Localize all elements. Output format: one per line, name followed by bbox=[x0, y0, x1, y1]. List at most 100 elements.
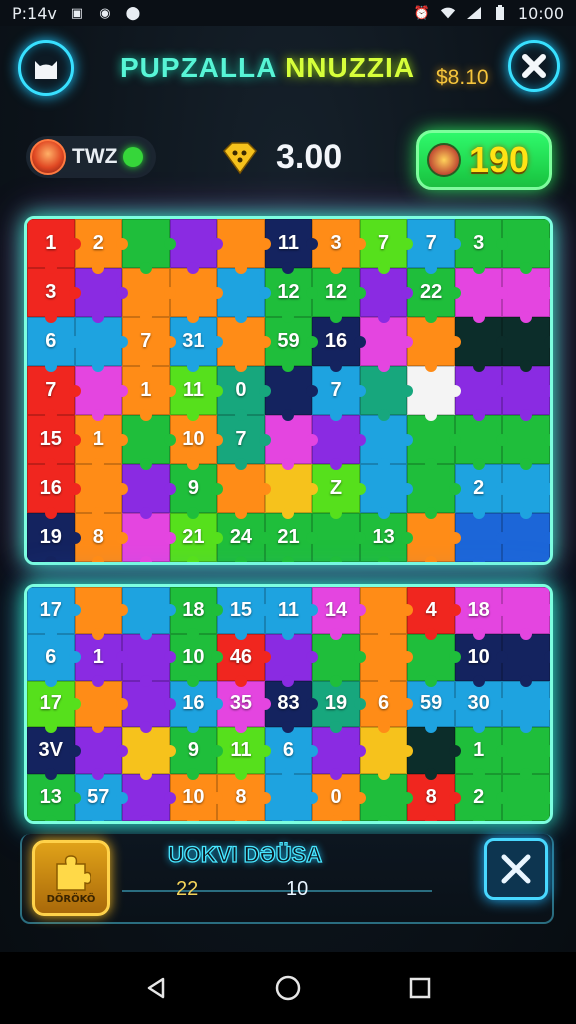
puzzle-tile[interactable] bbox=[122, 415, 176, 470]
puzzle-tile[interactable] bbox=[359, 727, 413, 780]
puzzle-tile[interactable] bbox=[217, 317, 271, 372]
puzzle-tile[interactable]: 9 bbox=[169, 464, 223, 519]
puzzle-tile[interactable]: 1 bbox=[454, 727, 508, 780]
puzzle-tile[interactable]: 18 bbox=[169, 587, 223, 640]
puzzle-tile[interactable] bbox=[264, 633, 318, 687]
puzzle-tile[interactable] bbox=[359, 268, 413, 323]
back-button[interactable] bbox=[136, 968, 176, 1008]
puzzle-tile[interactable] bbox=[74, 587, 128, 640]
puzzle-tile[interactable]: 7 bbox=[407, 219, 461, 274]
puzzle-tile[interactable]: 7 bbox=[359, 219, 413, 274]
puzzle-tile[interactable]: 15 bbox=[217, 587, 271, 640]
puzzle-tile[interactable] bbox=[502, 633, 550, 687]
puzzle-tile[interactable] bbox=[74, 268, 128, 323]
puzzle-tile[interactable] bbox=[359, 774, 413, 821]
puzzle-tile[interactable] bbox=[217, 219, 271, 274]
puzzle-tile[interactable]: 15 bbox=[27, 415, 81, 470]
puzzle-tile[interactable] bbox=[122, 727, 176, 780]
puzzle-tile[interactable]: 7 bbox=[122, 317, 176, 372]
puzzle-tile[interactable] bbox=[122, 513, 176, 562]
puzzle-tile[interactable]: 2 bbox=[454, 774, 508, 821]
puzzle-tile[interactable]: 10 bbox=[169, 415, 223, 470]
puzzle-tile[interactable] bbox=[74, 680, 128, 734]
puzzle-tile[interactable] bbox=[407, 464, 461, 519]
puzzle-tile[interactable] bbox=[122, 464, 176, 519]
puzzle-tile[interactable] bbox=[407, 513, 461, 562]
puzzle-tile[interactable] bbox=[502, 727, 550, 780]
puzzle-tile[interactable]: 17 bbox=[27, 587, 81, 640]
home-button[interactable] bbox=[268, 968, 308, 1008]
puzzle-tile[interactable]: 31 bbox=[169, 317, 223, 372]
puzzle-tile[interactable] bbox=[407, 366, 461, 421]
puzzle-tile[interactable]: 19 bbox=[27, 513, 81, 562]
puzzle-tile[interactable]: 9 bbox=[169, 727, 223, 780]
puzzle-tile[interactable] bbox=[74, 317, 128, 372]
puzzle-tile[interactable] bbox=[502, 415, 550, 470]
puzzle-tile[interactable]: 3 bbox=[312, 219, 366, 274]
puzzle-tile[interactable] bbox=[122, 219, 176, 274]
puzzle-tile[interactable] bbox=[502, 268, 550, 323]
puzzle-tile[interactable]: 46 bbox=[217, 633, 271, 687]
profile-button[interactable] bbox=[18, 40, 74, 96]
puzzle-tile[interactable]: 10 bbox=[169, 633, 223, 687]
puzzle-tile[interactable]: 11 bbox=[169, 366, 223, 421]
puzzle-tile[interactable]: 11 bbox=[217, 727, 271, 780]
puzzle-tile[interactable] bbox=[312, 415, 366, 470]
puzzle-tile[interactable]: 21 bbox=[264, 513, 318, 562]
puzzle-tile[interactable] bbox=[502, 464, 550, 519]
puzzle-tile[interactable]: 11 bbox=[264, 587, 318, 640]
puzzle-tile[interactable] bbox=[217, 268, 271, 323]
puzzle-tile[interactable]: 3V bbox=[27, 727, 81, 780]
puzzle-tile[interactable] bbox=[122, 774, 176, 821]
puzzle-tile[interactable]: 16 bbox=[312, 317, 366, 372]
puzzle-tile[interactable]: 3 bbox=[454, 219, 508, 274]
puzzle-tile[interactable] bbox=[312, 633, 366, 687]
puzzle-tile[interactable]: 24 bbox=[217, 513, 271, 562]
puzzle-tile[interactable] bbox=[359, 415, 413, 470]
puzzle-tile[interactable]: 13 bbox=[27, 774, 81, 821]
puzzle-tile[interactable] bbox=[454, 317, 508, 372]
puzzle-tile[interactable]: 6 bbox=[27, 317, 81, 372]
puzzle-tile[interactable] bbox=[217, 464, 271, 519]
puzzle-tile[interactable]: 7 bbox=[27, 366, 81, 421]
puzzle-tile[interactable]: 16 bbox=[27, 464, 81, 519]
coins-button[interactable]: 190 bbox=[416, 130, 552, 190]
puzzle-tile[interactable] bbox=[407, 415, 461, 470]
puzzle-tile[interactable] bbox=[454, 415, 508, 470]
puzzle-tile[interactable] bbox=[264, 415, 318, 470]
puzzle-tile[interactable]: 17 bbox=[27, 680, 81, 734]
puzzle-tile[interactable] bbox=[359, 587, 413, 640]
puzzle-tile[interactable]: 7 bbox=[217, 415, 271, 470]
puzzle-tile[interactable] bbox=[359, 366, 413, 421]
puzzle-tile[interactable] bbox=[122, 268, 176, 323]
shuffle-button[interactable] bbox=[484, 838, 548, 900]
puzzle-tile[interactable] bbox=[264, 366, 318, 421]
puzzle-tile[interactable]: 16 bbox=[169, 680, 223, 734]
puzzle-tile[interactable] bbox=[407, 317, 461, 372]
puzzle-tile[interactable] bbox=[502, 219, 550, 274]
puzzle-tile[interactable] bbox=[122, 587, 176, 640]
puzzle-tile[interactable]: 8 bbox=[74, 513, 128, 562]
puzzle-tile[interactable] bbox=[502, 366, 550, 421]
puzzle-tile[interactable]: 22 bbox=[407, 268, 461, 323]
puzzle-tile[interactable]: 6 bbox=[264, 727, 318, 780]
puzzle-tile[interactable] bbox=[502, 774, 550, 821]
close-button[interactable] bbox=[508, 40, 560, 92]
puzzle-tile[interactable]: 19 bbox=[312, 680, 366, 734]
puzzle-tile[interactable]: 0 bbox=[217, 366, 271, 421]
puzzle-tile[interactable] bbox=[312, 727, 366, 780]
puzzle-tile[interactable] bbox=[502, 317, 550, 372]
puzzle-tile[interactable]: 8 bbox=[407, 774, 461, 821]
puzzle-tile[interactable] bbox=[312, 513, 366, 562]
puzzle-tile[interactable] bbox=[74, 464, 128, 519]
puzzle-tile[interactable]: 12 bbox=[264, 268, 318, 323]
puzzle-tile[interactable]: 1 bbox=[122, 366, 176, 421]
puzzle-tile[interactable]: 21 bbox=[169, 513, 223, 562]
puzzle-tile[interactable]: 3 bbox=[27, 268, 81, 323]
puzzle-tile[interactable]: 57 bbox=[74, 774, 128, 821]
puzzle-tile[interactable] bbox=[454, 513, 508, 562]
player-badge[interactable]: TWZ bbox=[26, 136, 156, 178]
puzzle-tile[interactable]: 59 bbox=[407, 680, 461, 734]
puzzle-tile[interactable]: 8 bbox=[217, 774, 271, 821]
puzzle-tile[interactable] bbox=[169, 219, 223, 274]
